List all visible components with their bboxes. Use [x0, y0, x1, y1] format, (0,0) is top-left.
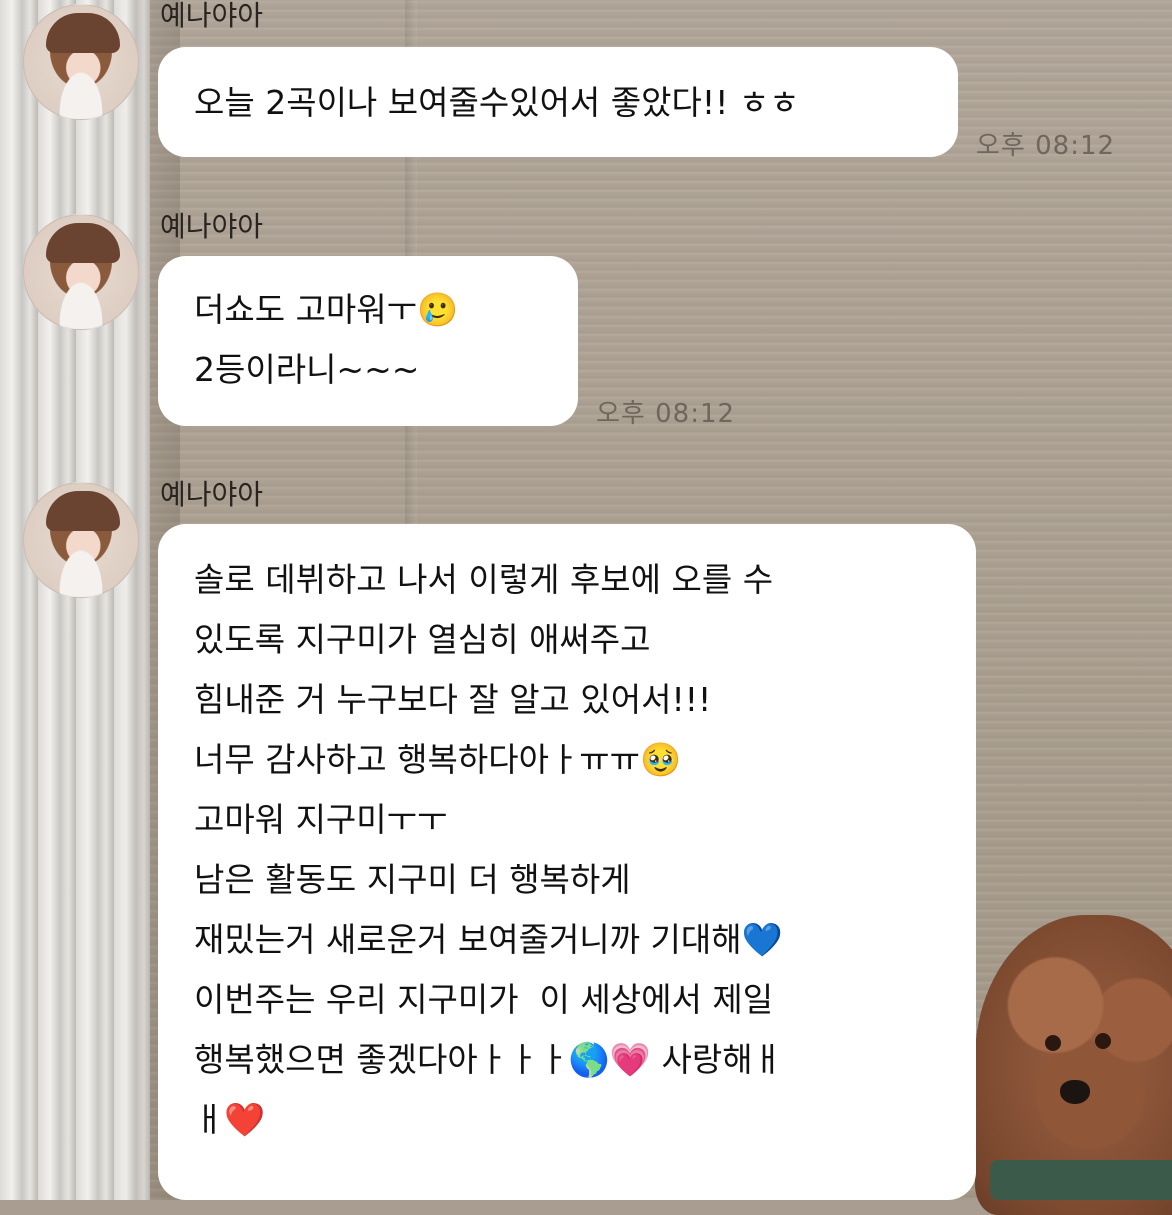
dog-eye: [1095, 1033, 1111, 1049]
sender-name: 예나야아: [160, 478, 264, 511]
sender-avatar[interactable]: [23, 4, 139, 120]
dog-eye: [1045, 1035, 1061, 1051]
message-timestamp: 오후 08:12: [596, 399, 736, 429]
message-text-line: 재밌는거 새로운거 보여줄거니까 기대해💙: [194, 920, 783, 959]
message-text-line: 더쇼도 고마워ㅜ🥲: [194, 290, 459, 329]
message-text-line: 행복했으면 좋겠다아ㅏㅏㅏ🌎💗 사랑해ㅐ: [194, 1040, 783, 1079]
sender-name: 예나야아: [160, 210, 264, 243]
message-text-line: 있도록 지구미가 열심히 애써주고: [194, 620, 651, 659]
message-text-line: 너무 감사하고 행복하다아ㅏㅠㅠ🥹: [194, 740, 682, 779]
message-bubble[interactable]: 솔로 데뷔하고 나서 이렇게 후보에 오를 수 있도록 지구미가 열심히 애써주…: [158, 524, 976, 1200]
avatar-hat: [46, 223, 120, 263]
avatar-hat: [46, 491, 120, 531]
message-bubble[interactable]: 오늘 2곡이나 보여줄수있어서 좋았다!! ㅎㅎ: [158, 47, 958, 157]
dog-nose: [1060, 1080, 1090, 1104]
message-text-line: 고마워 지구미ㅜㅜ: [194, 800, 448, 839]
message-text: 오늘 2곡이나 보여줄수있어서 좋았다!! ㅎㅎ: [194, 83, 800, 122]
message-text-line: 남은 활동도 지구미 더 행복하게: [194, 860, 631, 899]
message-text-line: 이번주는 우리 지구미가 이 세상에서 제일: [194, 980, 774, 1019]
message-bubble[interactable]: 더쇼도 고마워ㅜ🥲 2등이라니~~~: [158, 256, 578, 426]
sender-avatar[interactable]: [23, 214, 139, 330]
message-text-line: 힘내준 거 누구보다 잘 알고 있어서!!!: [194, 680, 712, 719]
avatar-hat: [46, 13, 120, 53]
message-timestamp: 오후 08:12: [976, 131, 1116, 161]
sender-name: 예나야아: [160, 0, 264, 32]
dog-collar: [990, 1160, 1172, 1200]
message-text-line: 2등이라니~~~: [194, 350, 420, 389]
message-text-line: ㅐ❤️: [194, 1100, 266, 1139]
sender-avatar[interactable]: [23, 482, 139, 598]
message-text-line: 솔로 데뷔하고 나서 이렇게 후보에 오를 수: [194, 560, 774, 599]
